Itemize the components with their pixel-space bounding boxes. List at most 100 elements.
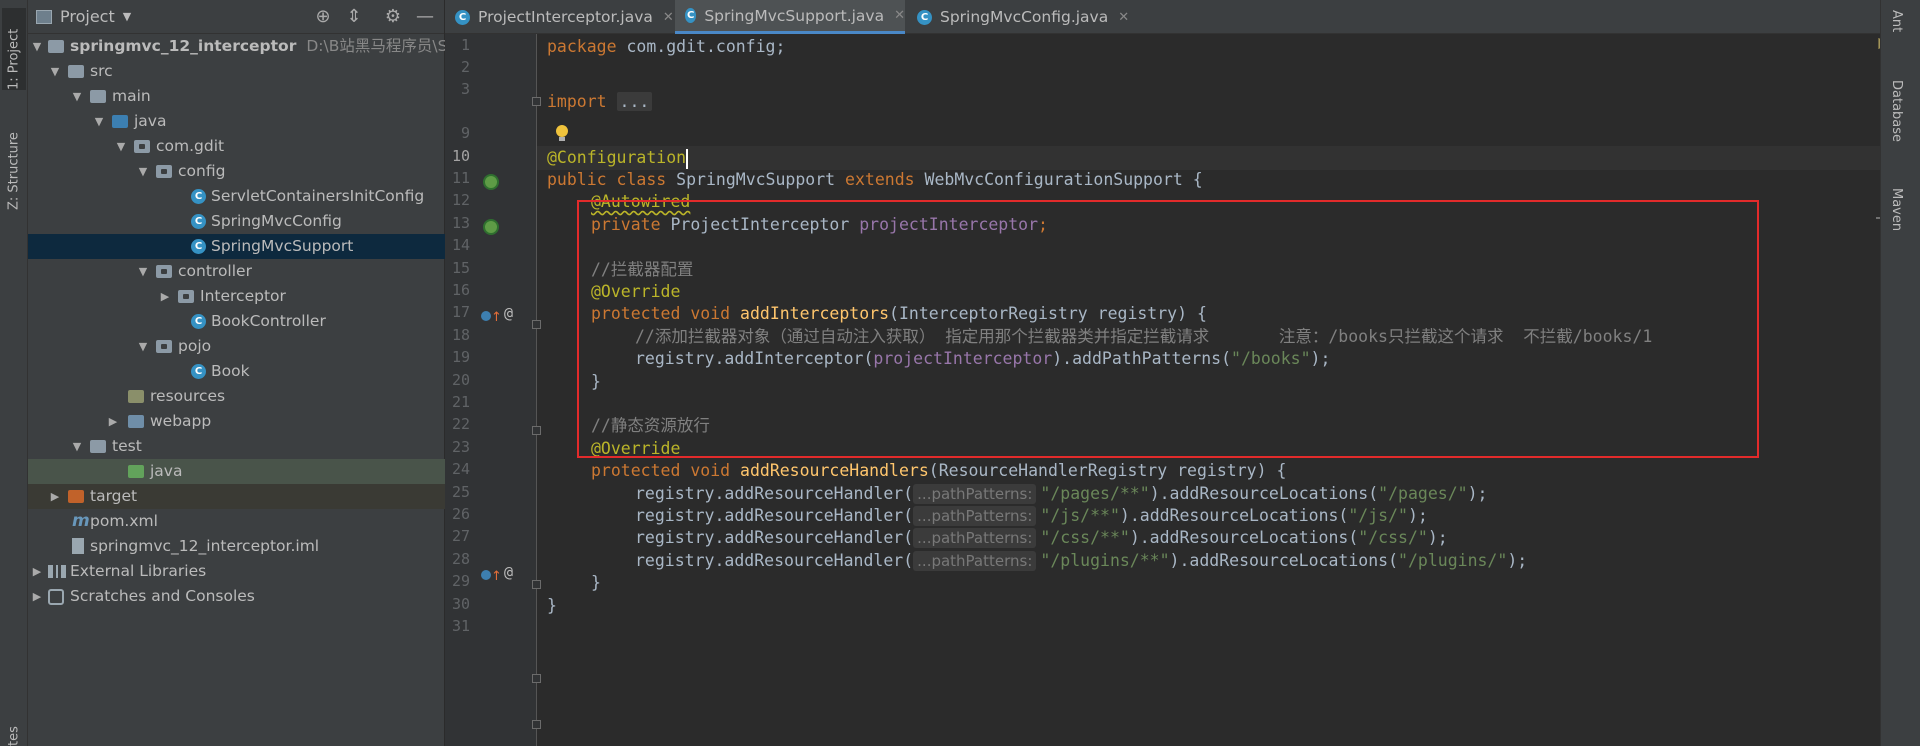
string-literal: "/plugins/" [1398, 551, 1508, 570]
tree-item-controller[interactable]: ▼ controller [28, 259, 445, 284]
tree-item-label: controller [178, 262, 252, 280]
tree-item-pojo[interactable]: ▼ pojo [28, 334, 445, 359]
lightbulb-icon[interactable] [555, 125, 569, 143]
implements-icon [481, 570, 491, 580]
locate-icon[interactable]: ⊕ [312, 6, 334, 28]
override-marker[interactable]: ↑ [481, 306, 502, 325]
expand-arrow-icon[interactable]: ▼ [136, 159, 150, 184]
fold-marker[interactable] [532, 720, 541, 729]
expand-arrow-icon[interactable]: ▼ [92, 109, 106, 134]
close-icon[interactable]: ✕ [1118, 10, 1129, 25]
expand-arrow-icon[interactable]: ▼ [136, 334, 150, 359]
tree-item-label: SpringMvcConfig [211, 212, 342, 230]
database-tool-tab[interactable]: Database [1889, 80, 1904, 142]
tree-item-pom[interactable]: m pom.xml [28, 509, 445, 534]
line-number: 23 [451, 438, 470, 456]
maven-tool-tab[interactable]: Maven [1889, 188, 1904, 231]
tree-item-interceptor[interactable]: ▶ Interceptor [28, 284, 445, 309]
tree-item-com-gdit[interactable]: ▼ com.gdit [28, 134, 445, 159]
code-text: ).addResourceLocations( [1129, 528, 1359, 547]
line-number: 31 [451, 617, 470, 635]
tree-item-webapp[interactable]: ▶ webapp [28, 409, 445, 434]
expand-arrow-icon[interactable]: ▼ [114, 134, 128, 159]
tree-item-main[interactable]: ▼ main [28, 84, 445, 109]
collapse-all-icon[interactable]: ⇕ [343, 6, 365, 28]
tree-item-iml[interactable]: springmvc_12_interceptor.iml [28, 534, 445, 559]
line-number: 25 [451, 483, 470, 501]
tree-item-springmvcconfig[interactable]: C SpringMvcConfig [28, 209, 445, 234]
close-icon[interactable]: ✕ [663, 10, 674, 25]
tree-item-config[interactable]: ▼ config [28, 159, 445, 184]
at-annotation-icon[interactable]: @ [504, 563, 513, 581]
folder-icon [90, 90, 106, 103]
code-line: package com.gdit.config; [547, 36, 785, 58]
string-literal: "/js/" [1348, 506, 1408, 525]
tree-item-src[interactable]: ▼ src [28, 59, 445, 84]
tree-item-label: java [150, 462, 183, 480]
tree-item-servletcontainersinitconfig[interactable]: C ServletContainersInitConfig [28, 184, 445, 209]
tab-springmvcsupport[interactable]: C SpringMvcSupport.java ✕ [675, 0, 905, 34]
tree-item-scratches[interactable]: ▶ Scratches and Consoles [28, 584, 445, 609]
tree-item-label: Book [211, 362, 250, 380]
expand-arrow-icon[interactable]: ▼ [30, 34, 44, 59]
tree-item-bookcontroller[interactable]: C BookController [28, 309, 445, 334]
spring-bean-icon[interactable] [483, 174, 499, 190]
at-annotation-icon[interactable]: @ [504, 304, 513, 322]
code-text: ); [1427, 528, 1448, 547]
expand-arrow-icon[interactable]: ▼ [70, 434, 84, 459]
up-arrow-icon: ↑ [491, 310, 502, 325]
chevron-down-icon[interactable]: ▼ [123, 10, 131, 23]
collapse-arrow-icon[interactable]: ▶ [48, 484, 62, 509]
tree-item-test[interactable]: ▼ test [28, 434, 445, 459]
tree-item-label: Interceptor [200, 287, 286, 305]
project-tool-tab[interactable]: 1: Project [2, 8, 26, 90]
tab-projectinterceptor[interactable]: C ProjectInterceptor.java ✕ [445, 0, 675, 34]
project-panel-title[interactable]: Project [60, 7, 115, 26]
code-text: registry.addResourceHandler( [635, 484, 914, 503]
collapse-arrow-icon[interactable]: ▶ [30, 584, 44, 609]
override-marker[interactable]: ↑ [481, 565, 502, 584]
code-line: registry.addResourceHandler(...pathPatte… [635, 550, 1527, 572]
hide-panel-icon[interactable]: — [414, 6, 436, 28]
fold-marker[interactable] [532, 320, 541, 329]
ant-tool-tab[interactable]: Ant [1889, 10, 1904, 32]
line-number: 26 [451, 505, 470, 523]
tree-item-resources[interactable]: resources [28, 384, 445, 409]
code-text: WebMvcConfigurationSupport { [914, 170, 1203, 189]
tab-springmvcconfig[interactable]: C SpringMvcConfig.java ✕ [907, 0, 1137, 34]
code-line: registry.addResourceHandler(...pathPatte… [635, 527, 1448, 549]
line-number: 14 [451, 236, 470, 254]
tree-item-springmvcsupport[interactable]: C SpringMvcSupport [28, 234, 445, 259]
code-text: registry.addResourceHandler( [635, 528, 914, 547]
string-literal: "/plugins/**" [1040, 551, 1170, 570]
expand-arrow-icon[interactable]: ▼ [70, 84, 84, 109]
tree-item-java[interactable]: ▼ java [28, 109, 445, 134]
structure-tool-tab[interactable]: Z: Structure [2, 110, 26, 210]
annotation: @Configuration [547, 148, 687, 167]
tree-item-label: SpringMvcSupport [211, 237, 354, 255]
fold-marker[interactable] [532, 97, 541, 106]
tree-item-project-root[interactable]: ▼ springmvc_12_interceptor D:\B站黑马程序员\SSM… [28, 34, 486, 59]
tree-item-book[interactable]: C Book [28, 359, 445, 384]
code-text: } [591, 573, 601, 592]
spring-bean-icon[interactable] [483, 219, 499, 235]
parameter-hint: ...pathPatterns: [913, 551, 1037, 571]
collapse-arrow-icon[interactable]: ▶ [30, 559, 44, 584]
tree-item-target[interactable]: ▶ target [28, 484, 445, 509]
close-icon[interactable]: ✕ [894, 8, 905, 23]
fold-marker[interactable] [532, 580, 541, 589]
fold-marker[interactable] [532, 674, 541, 683]
collapse-arrow-icon[interactable]: ▶ [158, 284, 172, 309]
line-number: 19 [451, 348, 470, 366]
expand-arrow-icon[interactable]: ▼ [136, 259, 150, 284]
keyword: public class [547, 170, 667, 189]
collapse-arrow-icon[interactable]: ▶ [106, 409, 120, 434]
expand-arrow-icon[interactable]: ▼ [48, 59, 62, 84]
bottom-tool-tab[interactable]: tes [2, 718, 26, 746]
tree-item-label: test [112, 437, 142, 455]
fold-marker[interactable] [532, 426, 541, 435]
folded-imports[interactable]: ... [616, 92, 653, 111]
gear-icon[interactable]: ⚙ [382, 6, 404, 28]
tree-item-test-java[interactable]: java [28, 459, 445, 484]
tree-item-external-libraries[interactable]: ▶ External Libraries [28, 559, 445, 584]
